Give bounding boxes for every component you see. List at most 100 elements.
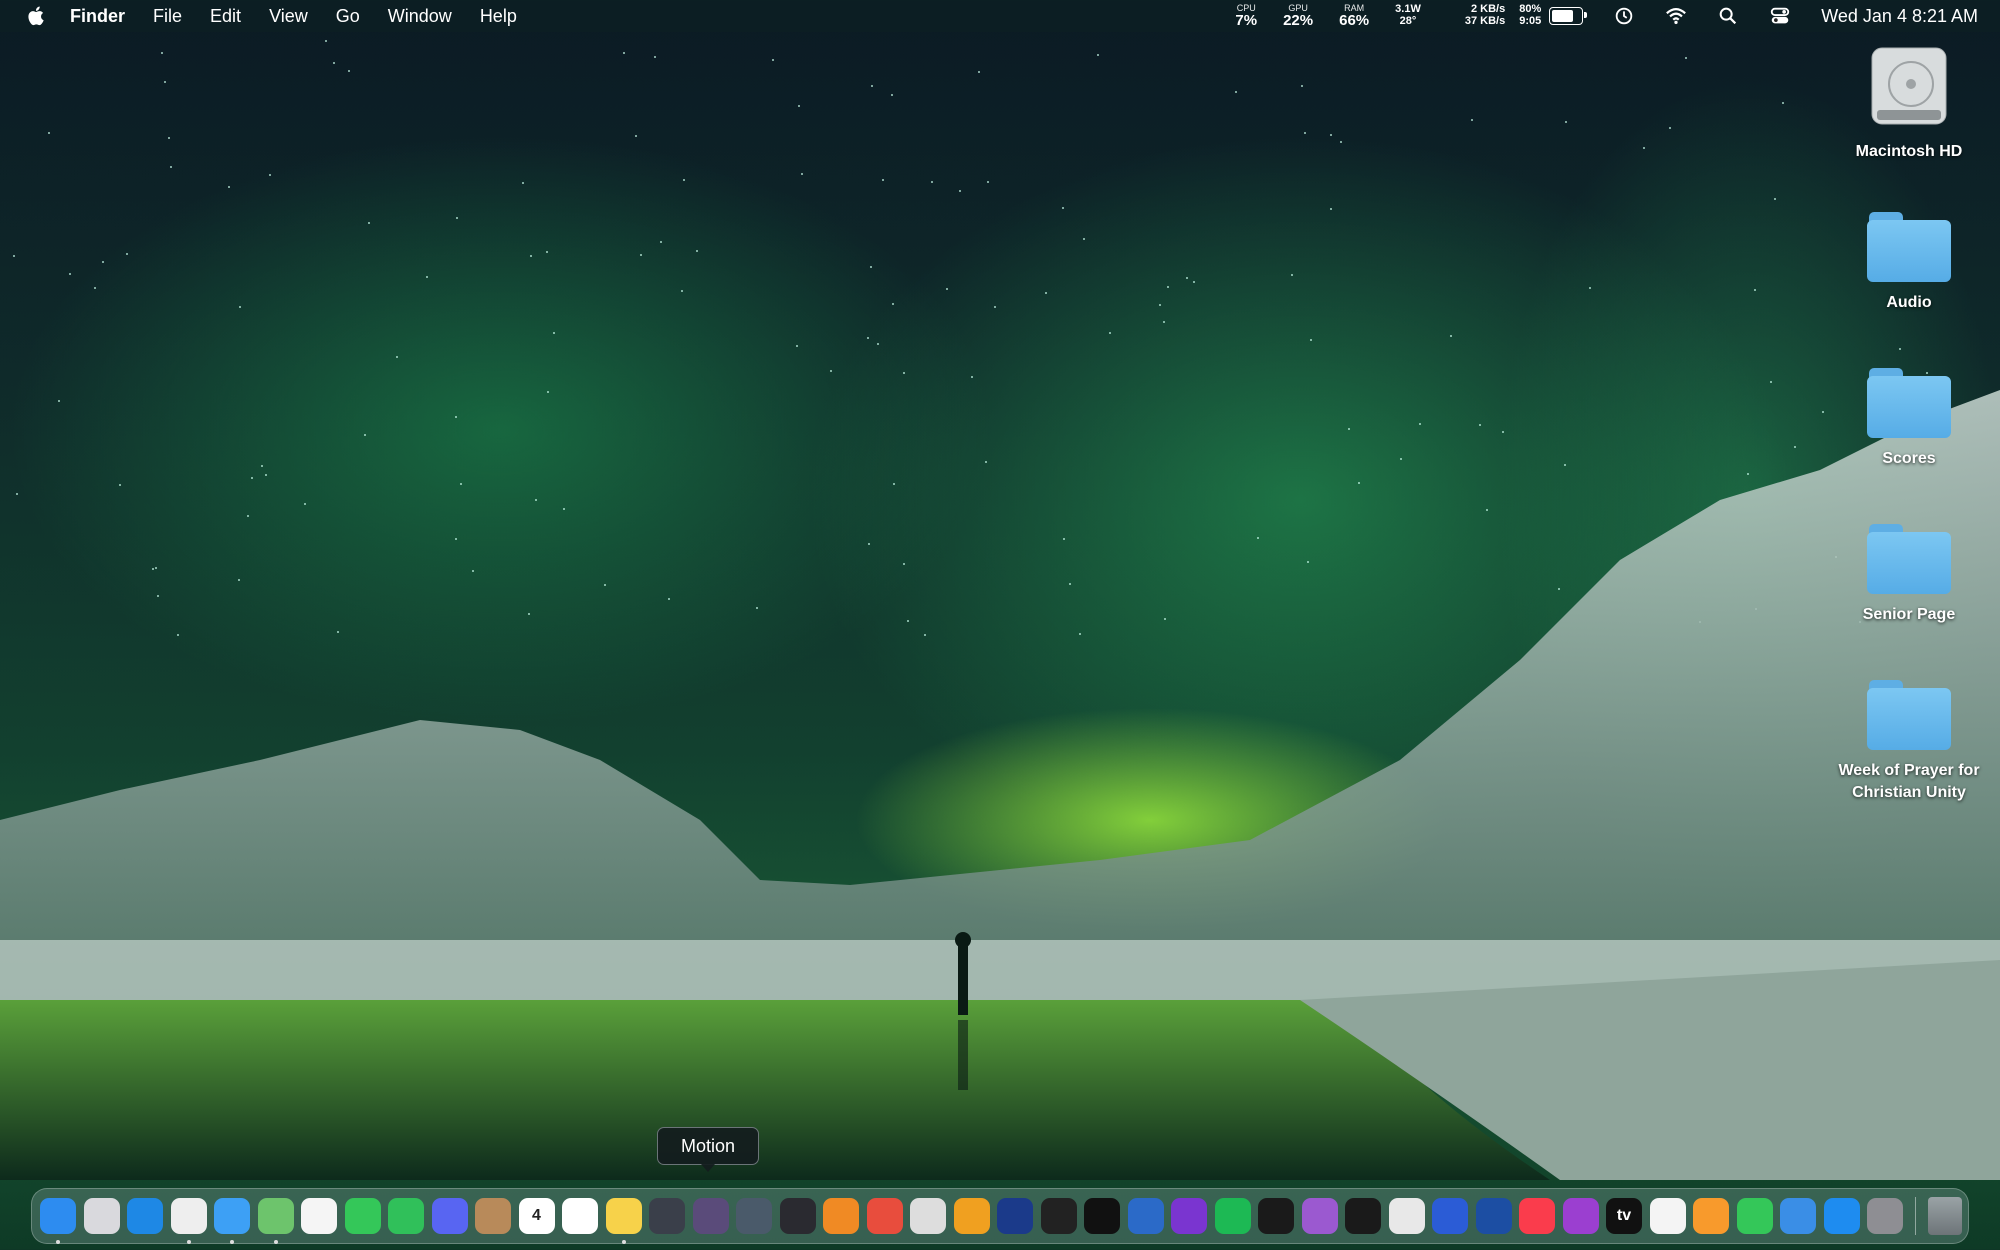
dock-app-vectorworks-icon[interactable] <box>1040 1198 1077 1234</box>
dock-app-contacts-icon[interactable] <box>475 1198 511 1234</box>
dock-app-music-icon[interactable] <box>1519 1198 1555 1234</box>
menubar-clock[interactable]: Wed Jan 4 8:21 AM <box>1821 6 1978 27</box>
star <box>1471 119 1473 121</box>
desktop-item-audio[interactable]: Audio <box>1809 212 2000 314</box>
star <box>772 59 774 61</box>
dock-app-terminal-icon[interactable] <box>1345 1198 1381 1234</box>
dock-app-apple-tv-icon[interactable]: tv <box>1606 1198 1642 1234</box>
menu-window[interactable]: Window <box>388 6 452 27</box>
dock-app-spotify-icon[interactable] <box>1214 1198 1251 1234</box>
dock-app-podcast-app-icon[interactable] <box>997 1198 1033 1234</box>
network-stat[interactable]: 2 KB/s 37 KB/s <box>1465 4 1505 27</box>
dock-app-mail-icon[interactable] <box>214 1198 250 1244</box>
app-menu-finder[interactable]: Finder <box>70 6 125 27</box>
star <box>1069 583 1071 585</box>
star <box>1782 102 1784 104</box>
dock-app-bitwarden-icon[interactable] <box>1475 1198 1512 1234</box>
star <box>348 70 350 72</box>
star <box>959 190 961 192</box>
dock-app-chrome-icon[interactable] <box>170 1198 207 1244</box>
dock-app-davinci-resolve-icon[interactable] <box>649 1198 685 1234</box>
menu-view[interactable]: View <box>269 6 308 27</box>
dock-app-blender-icon[interactable] <box>823 1198 859 1234</box>
dock-app-disk-utility-icon[interactable] <box>910 1198 946 1234</box>
menu-edit[interactable]: Edit <box>210 6 241 27</box>
dock-app-photos-icon[interactable] <box>301 1198 337 1234</box>
desktop-item-week-of-prayer[interactable]: Week of Prayer for Christian Unity <box>1809 680 2000 804</box>
dock-app-compressor-icon[interactable] <box>736 1198 772 1234</box>
dock-app-reminders-icon[interactable] <box>562 1198 598 1234</box>
gpu-stat[interactable]: GPU 22% <box>1283 4 1314 29</box>
star <box>1558 588 1560 590</box>
dock-app-app-store-icon[interactable] <box>1823 1198 1860 1234</box>
star <box>152 568 154 570</box>
star <box>396 356 398 358</box>
dock-app-preview-icon[interactable] <box>1388 1198 1425 1234</box>
time-machine-icon[interactable] <box>1613 5 1635 27</box>
dock-app-motion-icon[interactable] <box>692 1198 729 1234</box>
desktop-item-scores[interactable]: Scores <box>1809 368 2000 470</box>
battery-stat[interactable]: 80% 9:05 <box>1519 4 1541 27</box>
star <box>1304 132 1306 134</box>
star <box>882 179 884 181</box>
star <box>654 56 656 58</box>
ram-stat[interactable]: RAM 66% <box>1339 4 1369 29</box>
control-center-icon[interactable] <box>1769 5 1791 27</box>
star <box>756 607 758 609</box>
menu-go[interactable]: Go <box>336 6 360 27</box>
gpu-value: 22% <box>1283 12 1314 29</box>
trash-icon[interactable] <box>1927 1197 1962 1235</box>
spotlight-search-icon[interactable] <box>1717 5 1739 27</box>
dock-app-calendar-icon[interactable]: 4 <box>518 1198 555 1234</box>
desktop-item-macintosh-hd[interactable]: Macintosh HD <box>1809 46 2000 163</box>
menu-bar: Finder File Edit View Go Window Help CPU… <box>0 0 2000 32</box>
star <box>801 173 803 175</box>
dock-app-news-icon[interactable] <box>1649 1198 1686 1234</box>
dock-app-aperture-icon[interactable] <box>866 1198 903 1234</box>
dock-app-finder-icon[interactable] <box>40 1198 76 1244</box>
star <box>1479 424 1481 426</box>
dock-app-numbers-icon[interactable] <box>1736 1198 1773 1234</box>
dock-app-photo-booth-icon[interactable] <box>953 1198 990 1234</box>
dock-app-launchpad-icon[interactable] <box>83 1198 120 1234</box>
dock-app-facetime-icon[interactable] <box>388 1198 424 1234</box>
star <box>1045 292 1047 294</box>
dock-app-notes-icon[interactable] <box>605 1198 642 1244</box>
dock-app-safari-icon[interactable] <box>127 1198 163 1234</box>
dock-app-maps-icon[interactable] <box>257 1198 294 1244</box>
dock-app-messages-icon[interactable] <box>344 1198 381 1234</box>
star <box>170 166 172 168</box>
cpu-stat[interactable]: CPU 7% <box>1235 4 1257 29</box>
dock-app-screens-icon[interactable] <box>1432 1198 1468 1234</box>
star <box>1310 339 1312 341</box>
dock-app-system-preferences-purple-icon[interactable] <box>1301 1198 1338 1234</box>
star <box>994 306 996 308</box>
desktop-item-senior-page[interactable]: Senior Page <box>1809 524 2000 626</box>
dock-app-obs-icon[interactable] <box>779 1198 816 1234</box>
dock-app-system-settings-icon[interactable] <box>1867 1198 1903 1234</box>
star <box>1063 538 1065 540</box>
battery-fill <box>1552 10 1574 22</box>
star <box>368 222 370 224</box>
dock-app-pages-icon[interactable] <box>1693 1198 1729 1234</box>
star <box>660 241 662 243</box>
dock-app-sketch-app-icon[interactable] <box>1127 1198 1164 1234</box>
dock-app-activity-monitor-icon[interactable] <box>1258 1198 1294 1234</box>
star <box>528 613 530 615</box>
apple-logo-icon[interactable] <box>26 5 48 27</box>
dock-app-musescore-icon[interactable] <box>1171 1198 1207 1234</box>
dock-app-discord-icon[interactable] <box>431 1198 468 1234</box>
dock-app-c-app-icon[interactable] <box>1084 1198 1120 1234</box>
battery-icon[interactable] <box>1549 7 1588 25</box>
menu-file[interactable]: File <box>153 6 182 27</box>
star <box>69 273 71 275</box>
dock-app-keynote-icon[interactable] <box>1780 1198 1816 1234</box>
menu-help[interactable]: Help <box>480 6 517 27</box>
star <box>1565 121 1567 123</box>
dock-app-podcasts-icon[interactable] <box>1562 1198 1599 1234</box>
power-stat[interactable]: 3.1W 28° <box>1395 4 1421 27</box>
net-down-value: 37 KB/s <box>1464 15 1506 27</box>
folder-icon <box>1867 368 1951 438</box>
wifi-icon[interactable] <box>1665 5 1687 27</box>
star <box>798 105 800 107</box>
